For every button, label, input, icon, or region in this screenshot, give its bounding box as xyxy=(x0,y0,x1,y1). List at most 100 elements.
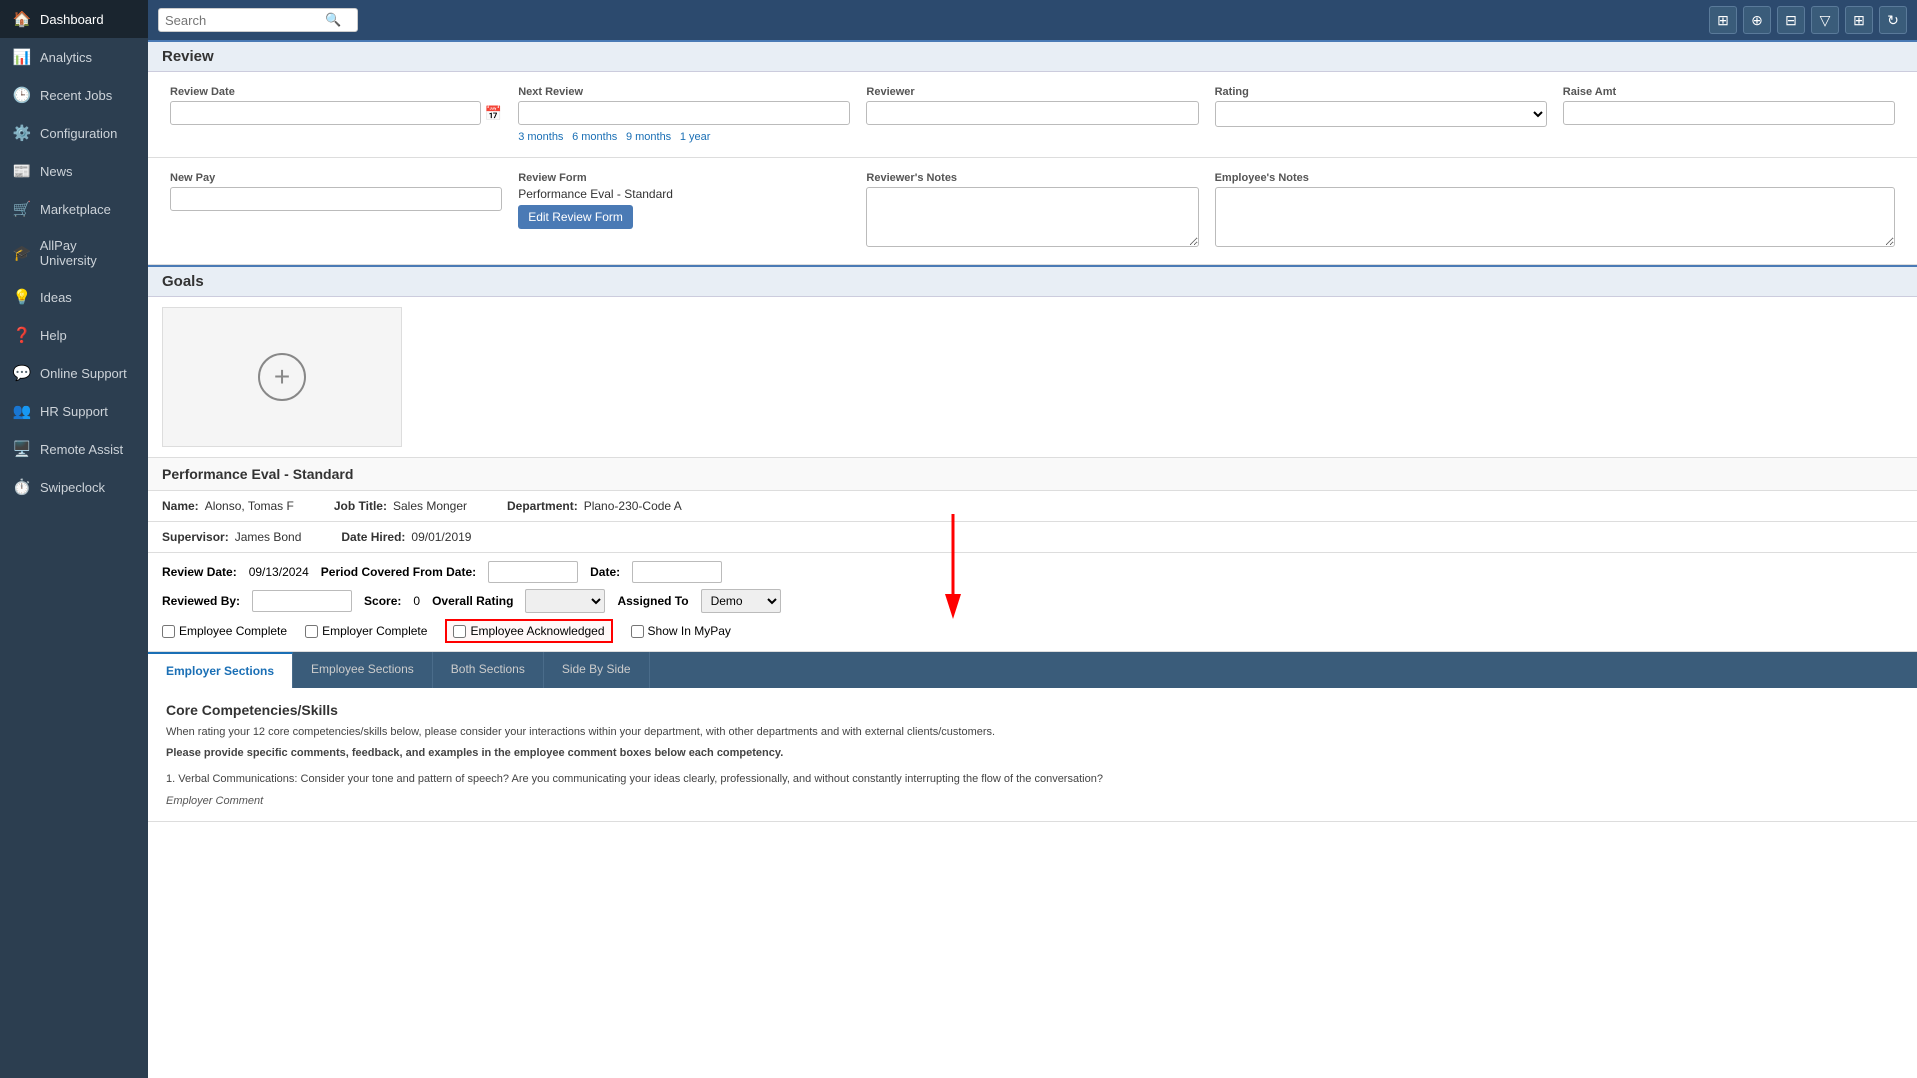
raise-amt-input[interactable]: 0.00 xyxy=(1563,101,1895,125)
people-icon: 👥 xyxy=(12,402,32,420)
assigned-to-select[interactable]: Demo xyxy=(701,589,781,613)
sidebar-item-remote-assist[interactable]: 🖥️ Remote Assist xyxy=(0,430,148,468)
review-section-header: Review xyxy=(148,40,1917,72)
tab-side-by-side[interactable]: Side By Side xyxy=(544,652,650,688)
graduation-icon: 🎓 xyxy=(12,244,32,262)
1year-link[interactable]: 1 year xyxy=(680,131,711,143)
remove-icon-btn[interactable]: ⊟ xyxy=(1777,6,1805,34)
tab-employer-sections[interactable]: Employer Sections xyxy=(148,652,293,688)
analytics-icon: 📊 xyxy=(12,48,32,66)
review-meta-row-2: Reviewed By: Jane Doe Score: 0 Overall R… xyxy=(162,589,1903,613)
raise-amt-field: Raise Amt 0.00 xyxy=(1555,82,1903,147)
employee-info-2: Supervisor: James Bond Date Hired: 09/01… xyxy=(148,522,1917,553)
reviewer-label: Reviewer xyxy=(866,86,1198,98)
reviewed-by-label: Reviewed By: xyxy=(162,594,240,608)
reviewers-notes-textarea[interactable] xyxy=(866,187,1198,247)
employee-complete-label: Employee Complete xyxy=(179,624,287,638)
show-in-mypay-checkbox[interactable] xyxy=(631,625,644,638)
sidebar-item-help[interactable]: ❓ Help xyxy=(0,316,148,354)
perf-eval-title: Performance Eval - Standard xyxy=(148,458,1917,491)
review-date-meta-value: 09/13/2024 xyxy=(249,565,309,579)
employer-complete-checkbox[interactable] xyxy=(305,625,318,638)
calendar-icon[interactable]: 📅 xyxy=(485,105,502,122)
review-date-input[interactable]: 09/13/2024 xyxy=(170,101,481,125)
department-label: Department: xyxy=(507,499,578,513)
tab-employee-sections[interactable]: Employee Sections xyxy=(293,652,433,688)
employee-acknowledged-checkbox[interactable] xyxy=(453,625,466,638)
news-icon: 📰 xyxy=(12,162,32,180)
sidebar-item-ideas[interactable]: 💡 Ideas xyxy=(0,278,148,316)
sidebar-item-analytics[interactable]: 📊 Analytics xyxy=(0,38,148,76)
reviewers-notes-field: Reviewer's Notes xyxy=(858,168,1206,254)
next-review-input[interactable]: 09/13/2025 xyxy=(518,101,850,125)
timer-icon: ⏱️ xyxy=(12,478,32,496)
name-label: Name: xyxy=(162,499,199,513)
sidebar-item-news[interactable]: 📰 News xyxy=(0,152,148,190)
add-icon-btn[interactable]: ⊕ xyxy=(1743,6,1771,34)
search-box[interactable]: 🔍 xyxy=(158,8,358,32)
sidebar-item-dashboard[interactable]: 🏠 Dashboard xyxy=(0,0,148,38)
period-to-label: Date: xyxy=(590,565,620,579)
help-icon: ❓ xyxy=(12,326,32,344)
rating-label: Rating xyxy=(1215,86,1547,98)
review-form-field: Review Form Performance Eval - Standard … xyxy=(510,168,858,254)
department-item: Department: Plano-230-Code A xyxy=(507,499,682,513)
review-date-label: Review Date xyxy=(170,86,502,98)
content-area: Review Review Date 09/13/2024 📅 Next Rev… xyxy=(148,40,1917,1078)
supervisor-value: James Bond xyxy=(235,530,302,544)
filter-icon-btn[interactable]: ▽ xyxy=(1811,6,1839,34)
search-input[interactable] xyxy=(165,13,325,28)
sidebar-item-hr-support[interactable]: 👥 HR Support xyxy=(0,392,148,430)
new-pay-input[interactable]: 0.00 xyxy=(170,187,502,211)
refresh-icon-btn[interactable]: ↻ xyxy=(1879,6,1907,34)
employer-comment-label: Employer Comment xyxy=(166,795,263,807)
reviewer-field: Reviewer Jane Doe xyxy=(858,82,1206,147)
reviewer-input[interactable]: Jane Doe xyxy=(866,101,1198,125)
bulb-icon: 💡 xyxy=(12,288,32,306)
date-hired-value: 09/01/2019 xyxy=(411,530,471,544)
sidebar-item-online-support[interactable]: 💬 Online Support xyxy=(0,354,148,392)
tabs-bar: Employer Sections Employee Sections Both… xyxy=(148,652,1917,688)
core-competencies-section: Core Competencies/Skills When rating you… xyxy=(148,688,1917,822)
supervisor-label: Supervisor: xyxy=(162,530,229,544)
tab-both-sections[interactable]: Both Sections xyxy=(433,652,544,688)
checkbox-row: Employee Complete Employer Complete Empl… xyxy=(162,619,1903,643)
rating-select[interactable] xyxy=(1215,101,1547,127)
goals-area: + xyxy=(148,297,1917,458)
department-value: Plano-230-Code A xyxy=(584,499,682,513)
period-from-input[interactable]: 9/1/2023 xyxy=(488,561,578,583)
sidebar-item-allpay-university[interactable]: 🎓 AllPay University xyxy=(0,228,148,278)
review-form-name: Performance Eval - Standard xyxy=(518,187,850,201)
verbal-communications-question: 1. Verbal Communications: Consider your … xyxy=(166,771,1899,788)
clock-icon: 🕒 xyxy=(12,86,32,104)
sidebar-item-recent-jobs[interactable]: 🕒 Recent Jobs xyxy=(0,76,148,114)
employees-notes-field: Employee's Notes xyxy=(1207,168,1903,254)
columns-icon-btn[interactable]: ⊞ xyxy=(1845,6,1873,34)
score-value: 0 xyxy=(413,594,420,608)
grid-icon-btn[interactable]: ⊞ xyxy=(1709,6,1737,34)
sidebar-item-marketplace[interactable]: 🛒 Marketplace xyxy=(0,190,148,228)
employees-notes-textarea[interactable] xyxy=(1215,187,1895,247)
period-from-label: Period Covered From Date: xyxy=(321,565,476,579)
sidebar-item-swipeclock[interactable]: ⏱️ Swipeclock xyxy=(0,468,148,506)
review-meta-row-1: Review Date: 09/13/2024 Period Covered F… xyxy=(162,561,1903,583)
overall-rating-select[interactable] xyxy=(525,589,605,613)
employer-complete-label: Employer Complete xyxy=(322,624,427,638)
reviewed-by-input[interactable]: Jane Doe xyxy=(252,590,352,612)
show-in-mypay-label: Show In MyPay xyxy=(648,624,731,638)
review-date-field: Review Date 09/13/2024 📅 xyxy=(162,82,510,147)
checkboxes-annotation-wrapper: Employee Complete Employer Complete Empl… xyxy=(162,619,1903,643)
period-to-input[interactable]: 8/31/2024 xyxy=(632,561,722,583)
6months-link[interactable]: 6 months xyxy=(572,131,617,143)
sidebar-item-configuration[interactable]: ⚙️ Configuration xyxy=(0,114,148,152)
edit-review-form-button[interactable]: Edit Review Form xyxy=(518,205,633,229)
new-pay-field: New Pay 0.00 xyxy=(162,168,510,254)
employer-complete-checkbox-item: Employer Complete xyxy=(305,624,427,638)
9months-link[interactable]: 9 months xyxy=(626,131,671,143)
topbar: 🔍 ⊞ ⊕ ⊟ ▽ ⊞ ↻ xyxy=(148,0,1917,40)
add-goal-button[interactable]: + xyxy=(258,353,306,401)
name-item: Name: Alonso, Tomas F xyxy=(162,499,294,513)
3months-link[interactable]: 3 months xyxy=(518,131,563,143)
employee-complete-checkbox[interactable] xyxy=(162,625,175,638)
reviewers-notes-label: Reviewer's Notes xyxy=(866,172,1198,184)
